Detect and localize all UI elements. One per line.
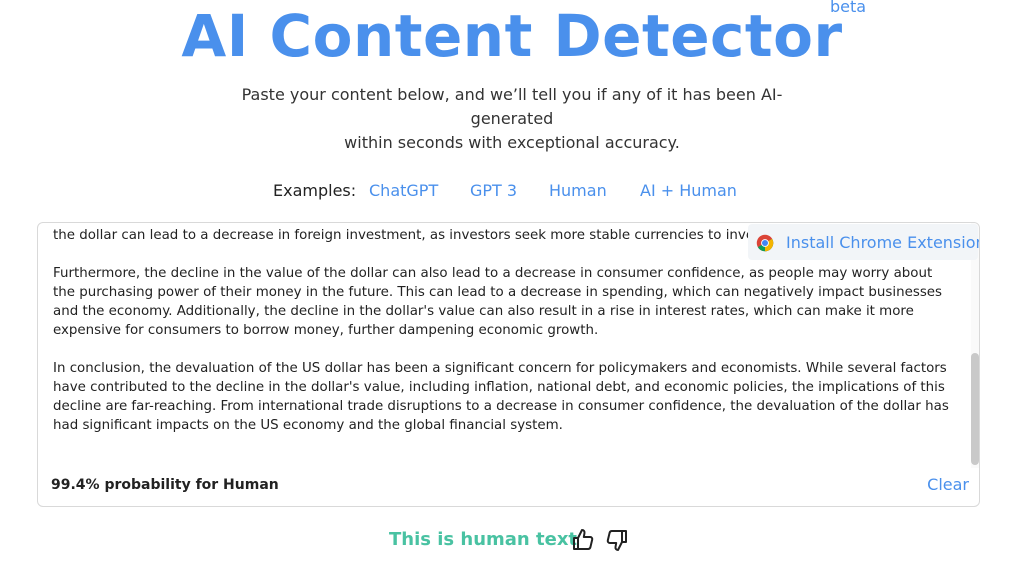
install-chrome-extension-button[interactable]: Install Chrome Extension	[748, 224, 980, 260]
example-gpt3-link[interactable]: GPT 3	[470, 180, 517, 202]
subtitle-line-2: within seconds with exceptional accuracy…	[344, 133, 680, 152]
content-paragraph: Furthermore, the decline in the value of…	[53, 266, 943, 338]
subtitle: Paste your content below, and we’ll tell…	[212, 83, 812, 155]
subtitle-line-1: Paste your content below, and we’ll tell…	[241, 85, 783, 128]
clear-button[interactable]: Clear	[927, 475, 969, 494]
content-paragraph: In conclusion, the devaluation of the US…	[53, 361, 949, 433]
verdict-text: This is human text	[389, 529, 578, 550]
scrollbar-thumb[interactable]	[971, 353, 979, 465]
probability-text: 99.4% probability for Human	[51, 477, 279, 493]
page-title: AI Content Detector beta	[0, 0, 1024, 76]
chrome-extension-label: Install Chrome Extension	[786, 233, 980, 252]
example-chatgpt-link[interactable]: ChatGPT	[369, 180, 438, 202]
title-text: AI Content Detector	[181, 2, 843, 70]
chrome-icon	[756, 234, 774, 252]
thumbs-up-icon[interactable]	[571, 528, 595, 552]
thumbs-down-icon[interactable]	[605, 528, 629, 552]
beta-badge: beta	[830, 0, 867, 16]
examples-label: Examples:	[273, 181, 357, 200]
example-human-link[interactable]: Human	[549, 180, 607, 202]
content-textarea[interactable]: the dollar can lead to a decrease in for…	[53, 226, 958, 458]
example-ai-human-link[interactable]: AI + Human	[640, 180, 737, 202]
content-box: the dollar can lead to a decrease in for…	[37, 222, 980, 507]
